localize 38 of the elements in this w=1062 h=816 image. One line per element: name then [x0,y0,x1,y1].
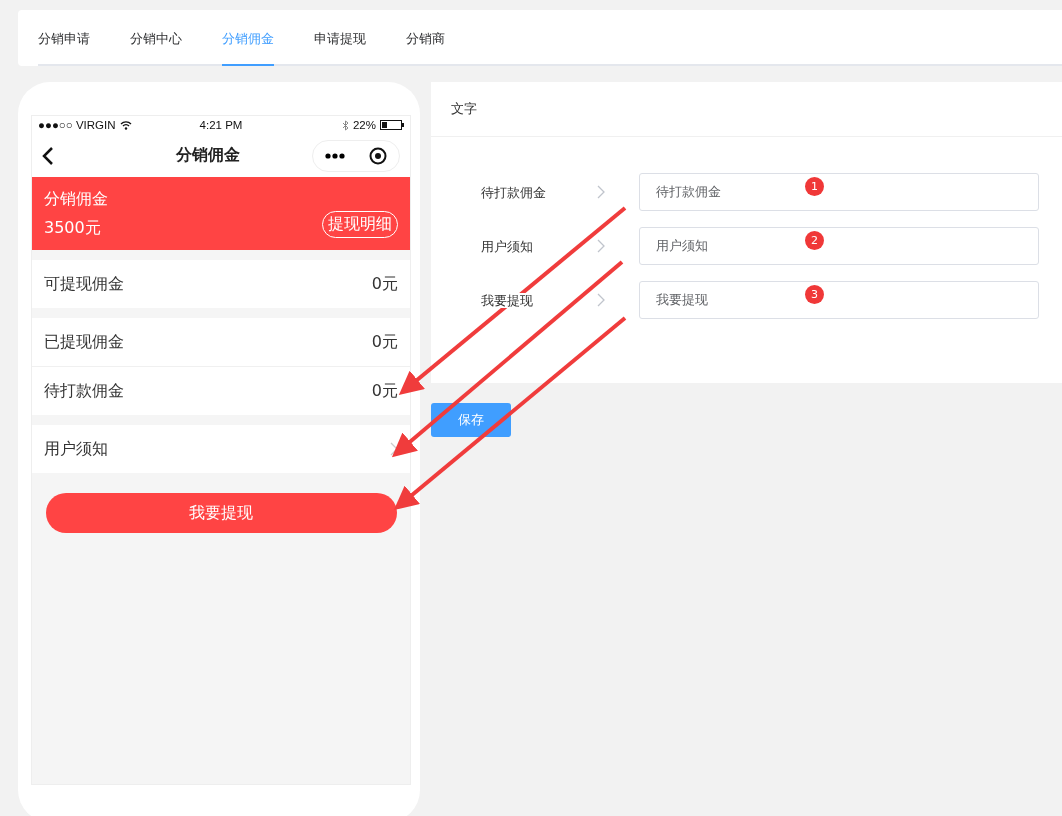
row-label: 待打款佣金 [44,380,124,402]
tab[interactable]: 分销中心 [130,30,182,66]
text-input[interactable]: 我要提现 3 [639,281,1039,319]
row-value: 0元 [371,380,398,402]
time-text: 4:21 PM [199,119,243,131]
bluetooth-icon [341,119,349,131]
number-badge: 1 [805,177,824,196]
chevron-right-icon [597,239,605,253]
number-badge: 3 [805,285,824,304]
row-label: 用户须知 [44,438,108,460]
wifi-icon [119,120,132,130]
nav-title: 分销佣金 [176,145,240,166]
chevron-right-icon [597,293,605,307]
withdraw-button[interactable]: 我要提现 [45,493,397,533]
header-title: 分销佣金 [44,188,108,210]
more-icon[interactable] [325,152,345,159]
tab[interactable]: 分销商 [406,30,445,66]
field-label: 我要提现 [481,293,533,308]
row-value: 0元 [371,273,398,295]
field-label: 待打款佣金 [481,185,546,200]
target-icon[interactable] [369,146,387,165]
number-badge: 2 [805,231,824,250]
panel-title: 文字 [451,100,477,118]
tab[interactable]: 分销申请 [38,30,90,66]
battery-icon [380,120,404,130]
row-value: 0元 [371,331,398,353]
chevron-right-icon [390,442,398,456]
field-label: 用户须知 [481,239,533,254]
row-label: 已提现佣金 [44,331,124,353]
tab[interactable]: 申请提现 [314,30,366,66]
back-icon[interactable] [42,145,54,166]
carrier-text: ●●●○○ VIRGIN [38,119,116,131]
text-input[interactable]: 用户须知 2 [639,227,1039,265]
chevron-right-icon [597,185,605,199]
header-amount: 3500元 [44,217,102,239]
battery-percent: 22% [352,119,376,131]
row-label: 可提现佣金 [44,273,124,295]
text-input[interactable]: 待打款佣金 1 [639,173,1039,211]
